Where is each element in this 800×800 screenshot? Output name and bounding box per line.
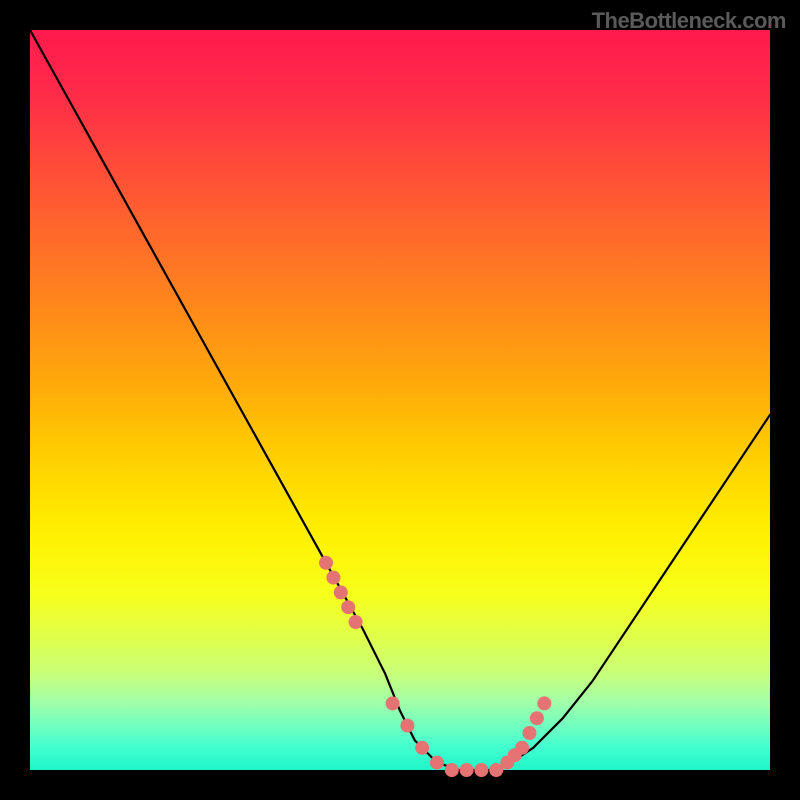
dot-marker — [400, 719, 414, 733]
dot-marker — [523, 726, 537, 740]
watermark-text: TheBottleneck.com — [592, 8, 786, 34]
dot-marker — [445, 763, 459, 777]
dot-marker — [460, 763, 474, 777]
plot-area — [30, 30, 770, 770]
dot-marker — [430, 756, 444, 770]
dot-marker — [341, 600, 355, 614]
dot-marker — [537, 696, 551, 710]
dot-marker — [415, 741, 429, 755]
bottleneck-curve — [30, 30, 770, 770]
dot-marker — [515, 741, 529, 755]
dot-marker — [530, 711, 544, 725]
dot-marker — [334, 585, 348, 599]
dot-marker — [474, 763, 488, 777]
dot-marker — [386, 696, 400, 710]
dot-markers — [319, 556, 551, 777]
dot-marker — [326, 571, 340, 585]
chart-svg — [30, 30, 770, 770]
chart-container: TheBottleneck.com — [0, 0, 800, 800]
dot-marker — [349, 615, 363, 629]
dot-marker — [319, 556, 333, 570]
